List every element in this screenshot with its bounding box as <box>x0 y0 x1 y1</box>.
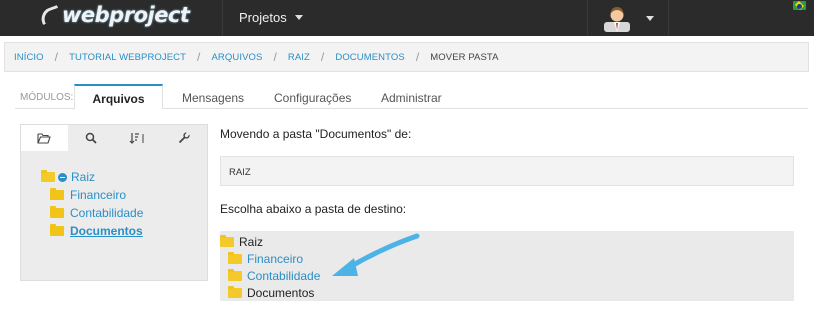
top-navbar: webproject Projetos <box>0 0 814 36</box>
moving-folder-text: Movendo a pasta "Documentos" de: <box>220 127 412 141</box>
folder-icon <box>50 188 64 200</box>
modules-label: MÓDULOS: <box>20 92 74 103</box>
breadcrumb-raiz[interactable]: RAIZ <box>288 52 310 63</box>
current-path: RAIZ <box>229 167 251 178</box>
folder-open-icon <box>220 235 234 247</box>
tab-settings[interactable] <box>161 125 208 151</box>
tab-search[interactable] <box>68 125 115 151</box>
breadcrumb-documentos[interactable]: DOCUMENTOS <box>335 52 404 63</box>
tab-folders[interactable] <box>21 125 68 151</box>
tree-item-label[interactable]: Contabilidade <box>70 206 143 220</box>
navbar-divider <box>668 0 669 36</box>
annotation-arrow-icon <box>332 233 420 276</box>
choose-destination-text: Escolha abaixo a pasta de destino: <box>220 202 407 216</box>
breadcrumb-separator: / <box>273 50 277 64</box>
projects-dropdown[interactable]: Projetos <box>239 10 303 25</box>
folder-icon <box>50 206 64 218</box>
user-avatar-icon <box>604 7 630 32</box>
current-path-box: RAIZ <box>220 156 794 186</box>
collapse-icon[interactable] <box>58 172 67 182</box>
dest-item-raiz[interactable]: Raiz <box>220 234 263 250</box>
breadcrumb-separator: / <box>320 50 325 64</box>
breadcrumb-inicio[interactable]: INÍCIO <box>14 52 44 63</box>
dest-item-financeiro[interactable]: Financeiro <box>228 251 303 267</box>
tab-arquivos[interactable]: Arquivos <box>74 84 163 109</box>
dest-item-label[interactable]: Financeiro <box>247 252 303 266</box>
dest-item-label[interactable]: Contabilidade <box>247 269 320 283</box>
breadcrumb: INÍCIO / TUTORIAL WEBPROJECT / ARQUIVOS … <box>4 42 809 72</box>
breadcrumb-tutorial[interactable]: TUTORIAL WEBPROJECT <box>69 52 186 63</box>
tree-item-raiz[interactable]: Raiz <box>41 168 143 186</box>
sort-icon <box>129 133 144 144</box>
destination-tree: Raiz Financeiro Contabilidade Documentos <box>220 231 794 301</box>
panel-toolbar <box>21 125 207 151</box>
tab-sort[interactable] <box>114 125 161 151</box>
folder-open-icon <box>228 286 242 298</box>
chevron-down-icon <box>646 15 654 21</box>
breadcrumb-current: MOVER PASTA <box>430 51 499 63</box>
breadcrumb-arquivos[interactable]: ARQUIVOS <box>211 52 262 63</box>
folder-open-icon <box>228 252 242 264</box>
navbar-divider <box>587 0 588 36</box>
chevron-down-icon <box>294 15 303 20</box>
tree-item-financeiro[interactable]: Financeiro <box>41 186 143 204</box>
breadcrumb-separator: / <box>54 50 59 64</box>
module-tabs: MÓDULOS: Arquivos Mensagens Configuraçõe… <box>0 84 814 109</box>
logo-text: webproject <box>62 3 190 27</box>
dest-item-documentos: Documentos <box>228 285 314 301</box>
tree-item-label[interactable]: Raiz <box>71 170 95 184</box>
folder-tree-panel: Raiz Financeiro Contabilidade Documentos <box>20 124 208 281</box>
user-menu[interactable] <box>604 4 654 32</box>
tree-item-contabilidade[interactable]: Contabilidade <box>41 204 143 222</box>
folder-tree: Raiz Financeiro Contabilidade Documentos <box>41 168 143 240</box>
folder-icon <box>50 224 64 236</box>
breadcrumb-separator: / <box>415 50 420 64</box>
brazil-flag-icon[interactable] <box>793 1 806 10</box>
breadcrumb-separator: / <box>197 50 201 64</box>
tree-item-label[interactable]: Documentos <box>70 224 143 238</box>
projects-label: Projetos <box>239 10 287 25</box>
wrench-icon <box>178 132 190 144</box>
folder-open-icon <box>41 170 55 182</box>
folder-open-icon <box>37 132 52 144</box>
dest-item-label: Documentos <box>247 286 315 300</box>
logo-swoosh-icon <box>38 5 62 25</box>
tab-mensagens[interactable]: Mensagens <box>182 91 244 105</box>
tree-item-documentos[interactable]: Documentos <box>41 222 143 240</box>
navbar-divider <box>222 0 223 36</box>
tab-administrar[interactable]: Administrar <box>381 91 442 105</box>
tree-item-label[interactable]: Financeiro <box>70 188 126 202</box>
dest-item-contabilidade[interactable]: Contabilidade <box>228 268 320 284</box>
dest-item-label[interactable]: Raiz <box>239 235 263 249</box>
tab-configuracoes[interactable]: Configurações <box>274 91 351 105</box>
search-icon <box>85 132 97 144</box>
folder-open-icon <box>228 269 242 281</box>
webproject-logo[interactable]: webproject <box>38 0 190 30</box>
